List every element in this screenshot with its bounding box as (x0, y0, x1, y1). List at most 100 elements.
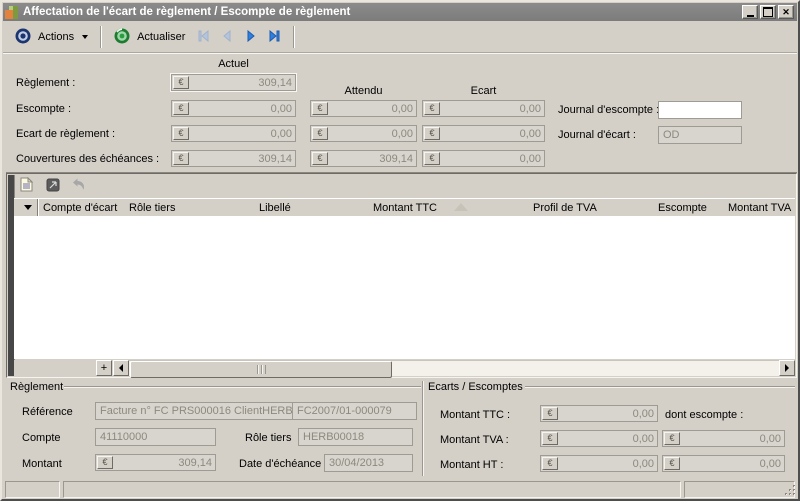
journal-escompte-field[interactable] (658, 101, 742, 119)
refresh-icon (113, 27, 131, 48)
grid-column-montant-tva[interactable]: Montant TVA (728, 202, 791, 214)
grid-scroll-row: + (14, 360, 795, 376)
euro-icon: € (312, 127, 328, 140)
reglement-group-line (64, 386, 421, 387)
actions-icon (14, 27, 32, 48)
app-icon (5, 5, 19, 19)
window-title: Affectation de l'écart de règlement / Es… (23, 6, 738, 18)
actions-button[interactable]: Actions (8, 24, 94, 51)
euro-icon: € (173, 152, 189, 165)
couvertures-attendu-field: €309,14 (310, 150, 417, 167)
escompte-actuel-field: €0,00 (171, 100, 296, 117)
maximize-button[interactable] (760, 5, 776, 19)
new-line-button[interactable] (18, 178, 35, 195)
euro-icon: € (424, 127, 440, 140)
euro-icon: € (664, 457, 680, 470)
scroll-right-button[interactable] (779, 360, 795, 376)
compte-field: 41110000 (95, 428, 216, 446)
journal-escompte-label: Journal d'escompte : (558, 104, 659, 116)
ecarts-montant-tva-field: €0,00 (540, 430, 658, 447)
hscrollbar-thumb[interactable] (130, 361, 392, 378)
euro-icon: € (542, 407, 558, 420)
next-record-icon (243, 28, 259, 47)
montant-label: Montant (22, 458, 62, 470)
escompte-row-label: Escompte : (16, 103, 71, 115)
euro-icon: € (97, 456, 113, 469)
first-record-button (194, 27, 212, 48)
euro-icon: € (542, 432, 558, 445)
statusbar-panel-middle (63, 481, 681, 498)
main-toolbar: Actions Actualiser (3, 22, 797, 53)
title-bar: Affectation de l'écart de règlement / Es… (3, 3, 797, 21)
refresh-button[interactable]: Actualiser (107, 24, 191, 51)
maximize-icon (763, 7, 773, 17)
grid-column-escompte[interactable]: Escompte (658, 202, 707, 214)
grid-column-montant-ttc[interactable]: Montant TTC (373, 202, 437, 214)
hscrollbar-track[interactable] (129, 360, 779, 376)
scroll-left-button[interactable] (113, 360, 129, 376)
first-record-icon (195, 28, 211, 47)
couvertures-row-label: Couvertures des échéances : (16, 153, 159, 165)
chevron-down-icon (82, 35, 88, 39)
close-icon: ✕ (782, 8, 790, 17)
sort-ascending-icon (454, 203, 468, 211)
reference-number-field: FC2007/01-000079 (292, 402, 417, 420)
euro-icon: € (542, 457, 558, 470)
dont-escompte-label: dont escompte : (665, 409, 743, 421)
role-tiers-field: HERB00018 (298, 428, 413, 446)
column-header-attendu: Attendu (310, 85, 417, 97)
statusbar-panel-right (684, 481, 795, 498)
ecart-reglement-attendu-field: €0,00 (310, 125, 417, 142)
reglement-group-title: Règlement (10, 381, 63, 393)
grid-column-libelle[interactable]: Libellé (259, 202, 291, 214)
grid-column-compte-ecart[interactable]: Compte d'écart (43, 202, 117, 214)
minimize-icon (747, 15, 754, 17)
column-header-actuel: Actuel (171, 58, 296, 70)
montant-ttc-label: Montant TTC : (440, 409, 510, 421)
toolbar-separator (100, 26, 101, 48)
column-header-ecart: Ecart (422, 85, 545, 97)
euro-icon: € (173, 127, 189, 140)
minimize-button[interactable] (742, 5, 758, 19)
escompte-ecart-field: €0,00 (422, 100, 545, 117)
compte-label: Compte (22, 432, 61, 444)
euro-icon: € (312, 152, 328, 165)
toolbar-separator (293, 26, 294, 48)
reference-field: Facture n° FC PRS000016 ClientHERB00 (95, 402, 293, 420)
ecart-reglement-row-label: Ecart de règlement : (16, 128, 115, 140)
group-divider (422, 381, 423, 476)
euro-icon: € (424, 102, 440, 115)
app-window: Affectation de l'écart de règlement / Es… (0, 0, 800, 501)
close-button[interactable]: ✕ (778, 5, 794, 19)
montant-field: €309,14 (95, 454, 216, 471)
grid-column-profil-tva[interactable]: Profil de TVA (533, 202, 597, 214)
ecart-reglement-actuel-field: €0,00 (171, 125, 296, 142)
row-selector-dropdown-icon[interactable] (24, 205, 32, 210)
ecart-grid-panel: Compte d'écart Rôle tiers Libellé Montan… (6, 173, 797, 378)
thumb-grip-icon (257, 365, 266, 374)
couvertures-ecart-field: €0,00 (422, 150, 545, 167)
euro-icon: € (173, 102, 189, 115)
date-echeance-field: 30/04/2013 (324, 454, 413, 472)
edit-line-button[interactable] (44, 178, 61, 195)
journal-ecart-field: OD (658, 126, 742, 144)
montant-tva-label: Montant TVA : (440, 434, 509, 446)
grid-header-separator (37, 199, 38, 216)
last-record-button[interactable] (266, 27, 284, 48)
grid-hscrollbar[interactable] (113, 360, 795, 376)
grid-header: Compte d'écart Rôle tiers Libellé Montan… (14, 198, 795, 217)
next-record-button[interactable] (242, 27, 260, 48)
grid-body[interactable] (14, 216, 795, 359)
grid-column-role-tiers[interactable]: Rôle tiers (129, 202, 175, 214)
euro-icon: € (424, 152, 440, 165)
undo-button (70, 178, 87, 195)
couvertures-actuel-field: €309,14 (171, 150, 296, 167)
resize-grip-icon[interactable] (785, 485, 796, 496)
refresh-label: Actualiser (137, 31, 185, 43)
statusbar-panel-left (5, 481, 60, 498)
add-row-button[interactable]: + (96, 360, 112, 376)
previous-record-button (218, 27, 236, 48)
grid-toolbar (15, 175, 795, 197)
escompte-tva-field: €0,00 (662, 430, 785, 447)
reglement-row-label: Règlement : (16, 77, 75, 89)
